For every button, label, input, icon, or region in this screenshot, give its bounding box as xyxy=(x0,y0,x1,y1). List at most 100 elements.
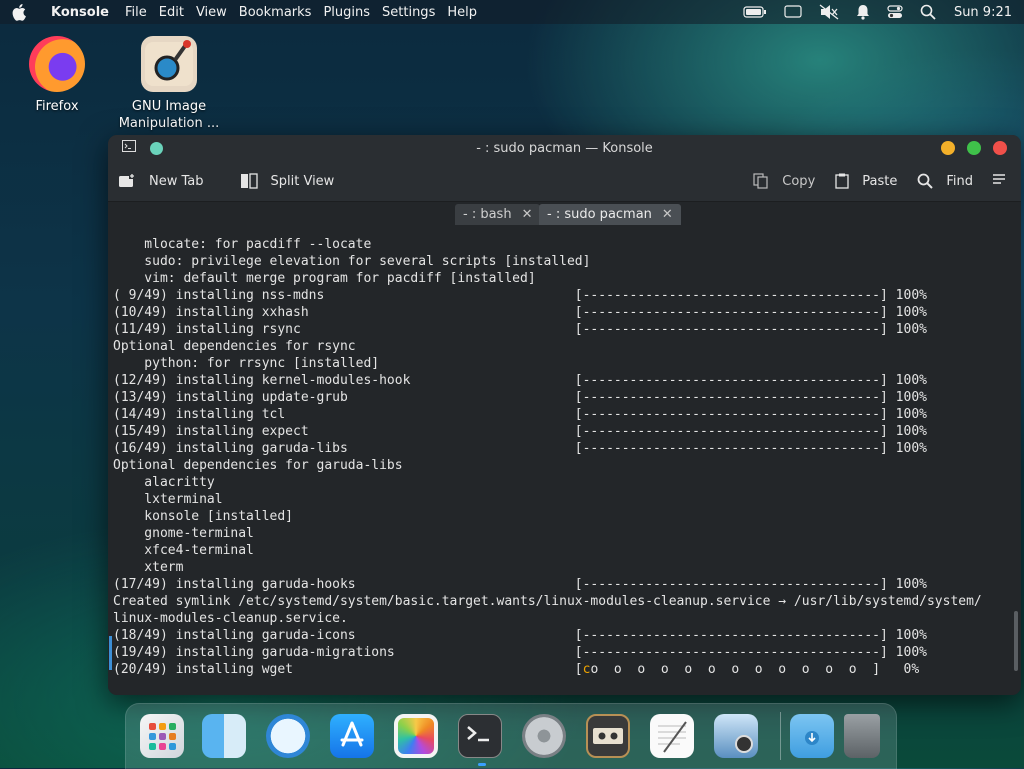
tab-close-icon[interactable]: ✕ xyxy=(662,207,673,222)
terminal-line-prefix: (20/49) installing wget [ xyxy=(113,662,583,677)
finder-icon[interactable] xyxy=(202,714,246,758)
terminal-line-suffix: o o o o o o o o o o o o ] 0% xyxy=(590,662,920,677)
terminal-output[interactable]: mlocate: for pacdiff --locate sudo: priv… xyxy=(108,226,1021,695)
terminal-line: gnome-terminal xyxy=(144,526,254,541)
terminal-line: sudo: privilege elevation for several sc… xyxy=(144,254,591,269)
firefox-icon xyxy=(29,36,85,92)
cassette-icon[interactable] xyxy=(586,714,630,758)
battery-icon[interactable] xyxy=(743,6,767,18)
split-view-label: Split View xyxy=(270,173,335,189)
terminal-line: (18/49) installing garuda-icons [-------… xyxy=(113,628,927,643)
close-button[interactable] xyxy=(993,141,1007,155)
menu-file[interactable]: File xyxy=(125,5,147,20)
copy-button[interactable]: Copy xyxy=(743,166,825,196)
photos-icon[interactable] xyxy=(394,714,438,758)
terminal-line: Optional dependencies for garuda-libs xyxy=(113,458,403,473)
paste-icon xyxy=(835,173,849,189)
terminal-line: python: for rrsync [installed] xyxy=(144,356,380,371)
konsole-window: - : sudo pacman — Konsole New Tab Split … xyxy=(108,135,1021,695)
paste-button[interactable]: Paste xyxy=(825,166,907,196)
terminal-line: ( 9/49) installing nss-mdns [-----------… xyxy=(113,288,927,303)
running-indicator xyxy=(478,763,486,766)
desktop-icon-label-line1: GNU Image xyxy=(131,99,207,114)
tab-close-icon[interactable]: ✕ xyxy=(522,207,533,222)
desktop-icon-label-line2: Manipulation ... xyxy=(118,116,220,131)
menu-plugins[interactable]: Plugins xyxy=(323,5,370,20)
safari-icon[interactable] xyxy=(266,714,310,758)
terminal-text: mlocate: for pacdiff --locate sudo: priv… xyxy=(108,226,1021,678)
app-name[interactable]: Konsole xyxy=(51,5,109,20)
terminal-line: (15/49) installing expect [-------------… xyxy=(113,424,927,439)
terminal-line: alacritty xyxy=(144,475,215,490)
terminal-line: (14/49) installing tcl [----------------… xyxy=(113,407,927,422)
terminal-line: konsole [installed] xyxy=(144,509,294,524)
line-marker xyxy=(109,653,112,670)
terminal-line: (16/49) installing garuda-libs [--------… xyxy=(113,441,927,456)
system-preferences-icon[interactable] xyxy=(522,714,566,758)
terminal-line: (10/49) installing xxhash [-------------… xyxy=(113,305,927,320)
launchpad-icon[interactable] xyxy=(140,714,184,758)
terminal-line: (12/49) installing kernel-modules-hook [… xyxy=(113,373,927,388)
app-store-icon[interactable] xyxy=(330,714,374,758)
terminal-line: xfce4-terminal xyxy=(144,543,254,558)
terminal-line: xterm xyxy=(144,560,184,575)
terminal-line: mlocate: for pacdiff --locate xyxy=(144,237,372,252)
terminal-line: vim: default merge program for pacdiff [… xyxy=(144,271,536,286)
tab-bash[interactable]: - : bash ✕ xyxy=(455,204,541,225)
preview-icon[interactable] xyxy=(714,714,758,758)
terminal-scrollbar[interactable] xyxy=(1014,611,1018,671)
konsole-app-icon[interactable] xyxy=(122,140,136,156)
terminal-line: (17/49) installing garuda-hooks [-------… xyxy=(113,577,927,592)
find-label: Find xyxy=(946,173,973,189)
desktop-icon-gimp[interactable]: GNU Image Manipulation ... xyxy=(114,36,224,132)
copy-icon xyxy=(753,173,769,189)
gimp-icon xyxy=(141,36,197,92)
terminal-line: lxterminal xyxy=(144,492,223,507)
menu-edit[interactable]: Edit xyxy=(159,5,184,20)
notification-bell-icon[interactable] xyxy=(856,4,870,20)
downloads-folder-icon[interactable] xyxy=(790,714,834,758)
hamburger-menu-icon xyxy=(993,173,1007,189)
split-view-icon xyxy=(240,173,258,189)
terminal-line: Created symlink /etc/systemd/system/basi… xyxy=(113,594,982,609)
desktop-icon-label: Firefox xyxy=(35,99,79,114)
maximize-button[interactable] xyxy=(967,141,981,155)
new-tab-label: New Tab xyxy=(149,173,204,189)
dock xyxy=(125,703,897,769)
window-titlebar[interactable]: - : sudo pacman — Konsole xyxy=(108,135,1021,161)
terminal-line: (19/49) installing garuda-migrations [--… xyxy=(113,645,927,660)
terminal-line: linux-modules-cleanup.service. xyxy=(113,611,348,626)
trash-icon[interactable] xyxy=(844,714,880,758)
terminal-icon[interactable] xyxy=(458,714,502,758)
volume-muted-icon[interactable] xyxy=(819,4,839,20)
menu-view[interactable]: View xyxy=(196,5,227,20)
apple-icon[interactable] xyxy=(12,3,34,21)
minimize-button[interactable] xyxy=(941,141,955,155)
search-icon[interactable] xyxy=(920,4,936,20)
menu-help[interactable]: Help xyxy=(447,5,477,20)
keep-above-icon[interactable] xyxy=(150,141,163,155)
textedit-icon[interactable] xyxy=(650,714,694,758)
menu-settings[interactable]: Settings xyxy=(382,5,435,20)
terminal-line: (13/49) installing update-grub [--------… xyxy=(113,390,927,405)
new-tab-icon xyxy=(118,173,136,189)
menu-clock[interactable]: Sun 9:21 xyxy=(954,5,1012,20)
split-view-button[interactable]: Split View xyxy=(230,166,345,196)
paste-label: Paste xyxy=(862,173,898,189)
dock-separator xyxy=(780,712,781,760)
desktop-icon-firefox[interactable]: Firefox xyxy=(2,36,112,115)
menu-bookmarks[interactable]: Bookmarks xyxy=(239,5,312,20)
menu-bar: Konsole File Edit View Bookmarks Plugins… xyxy=(0,0,1024,24)
tab-label: - : bash xyxy=(463,207,512,222)
tab-label: - : sudo pacman xyxy=(547,207,652,222)
new-tab-button[interactable]: New Tab xyxy=(108,166,214,196)
copy-label: Copy xyxy=(782,173,816,189)
terminal-line: (11/49) installing rsync [--------------… xyxy=(113,322,927,337)
find-icon xyxy=(917,173,934,189)
find-button[interactable]: Find xyxy=(907,166,983,196)
tab-bar: - : bash ✕ - : sudo pacman ✕ xyxy=(108,202,1021,226)
hamburger-menu-button[interactable] xyxy=(983,166,1017,196)
display-icon[interactable] xyxy=(784,5,802,19)
tab-sudo-pacman[interactable]: - : sudo pacman ✕ xyxy=(539,204,681,225)
control-center-icon[interactable] xyxy=(887,4,903,20)
